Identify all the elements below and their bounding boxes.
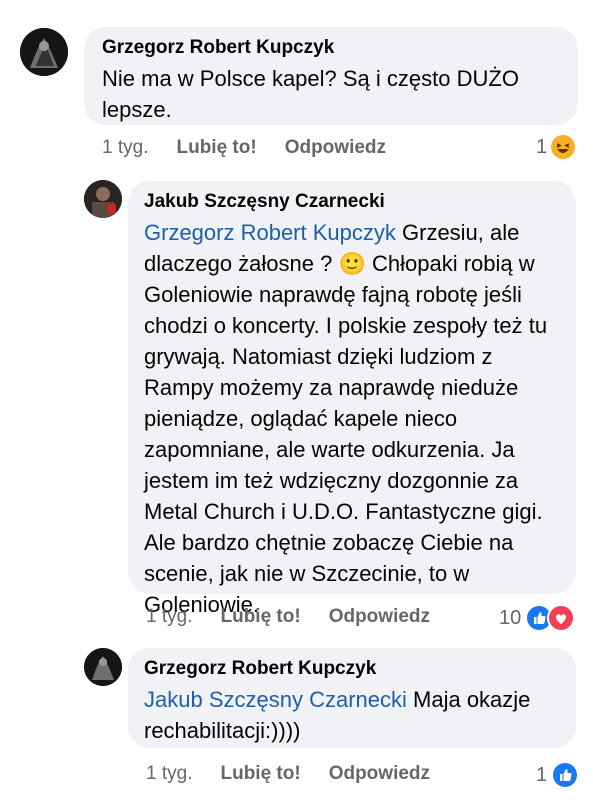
reaction-summary[interactable]: 10 bbox=[499, 604, 576, 632]
comment-text: Grzegorz Robert Kupczyk Grzesiu, ale dla… bbox=[144, 217, 560, 620]
avatar[interactable] bbox=[84, 648, 122, 686]
reply-button[interactable]: Odpowiedz bbox=[285, 137, 386, 159]
mention-link[interactable]: Grzegorz Robert Kupczyk bbox=[144, 220, 396, 245]
avatar-photo-icon bbox=[84, 648, 122, 686]
comment-actions: 1 tyg. Lubię to! Odpowiedz bbox=[102, 137, 414, 159]
comment-bubble: Jakub Szczęsny Czarnecki Grzegorz Robert… bbox=[128, 181, 576, 617]
comment-actions: 1 tyg. Lubię to! Odpowiedz bbox=[146, 606, 458, 628]
comment-bubble: Grzegorz Robert Kupczyk Nie ma w Polsce … bbox=[84, 27, 578, 125]
avatar-photo-icon bbox=[84, 180, 122, 218]
comment-timestamp[interactable]: 1 tyg. bbox=[146, 606, 192, 628]
like-button[interactable]: Lubię to! bbox=[220, 606, 300, 628]
comment-timestamp[interactable]: 1 tyg. bbox=[146, 763, 192, 785]
comment-author[interactable]: Grzegorz Robert Kupczyk bbox=[102, 37, 560, 59]
comment-text: Jakub Szczęsny Czarnecki Maja okazje rec… bbox=[144, 684, 560, 746]
comment-timestamp[interactable]: 1 tyg. bbox=[102, 137, 148, 159]
avatar[interactable] bbox=[20, 28, 68, 76]
comment-actions: 1 tyg. Lubię to! Odpowiedz bbox=[146, 763, 458, 785]
comment-text: Nie ma w Polsce kapel? Są i często DUŻO … bbox=[102, 66, 519, 122]
comment-author[interactable]: Grzegorz Robert Kupczyk bbox=[144, 658, 560, 680]
love-reaction-icon bbox=[547, 604, 576, 632]
comment-author[interactable]: Jakub Szczęsny Czarnecki bbox=[144, 191, 560, 213]
reaction-count: 1 bbox=[536, 763, 548, 786]
mention-link[interactable]: Jakub Szczęsny Czarnecki bbox=[144, 687, 407, 712]
like-button[interactable]: Lubię to! bbox=[220, 763, 300, 785]
reply-button[interactable]: Odpowiedz bbox=[329, 606, 430, 628]
reply-button[interactable]: Odpowiedz bbox=[329, 763, 430, 785]
reaction-summary[interactable]: 1 bbox=[536, 761, 580, 789]
avatar[interactable] bbox=[84, 180, 122, 218]
comment-bubble: Grzegorz Robert Kupczyk Jakub Szczęsny C… bbox=[128, 648, 576, 748]
reaction-count: 1 bbox=[536, 135, 548, 158]
avatar-photo-icon bbox=[20, 28, 68, 76]
haha-reaction-icon bbox=[551, 135, 576, 159]
comment-body: Grzesiu, ale dlaczego żałosne ? 🙂 Chłopa… bbox=[144, 220, 548, 617]
like-button[interactable]: Lubię to! bbox=[176, 137, 256, 159]
reaction-count: 10 bbox=[499, 606, 522, 629]
like-reaction-icon bbox=[551, 761, 580, 789]
reaction-summary[interactable]: 1 bbox=[536, 135, 576, 159]
